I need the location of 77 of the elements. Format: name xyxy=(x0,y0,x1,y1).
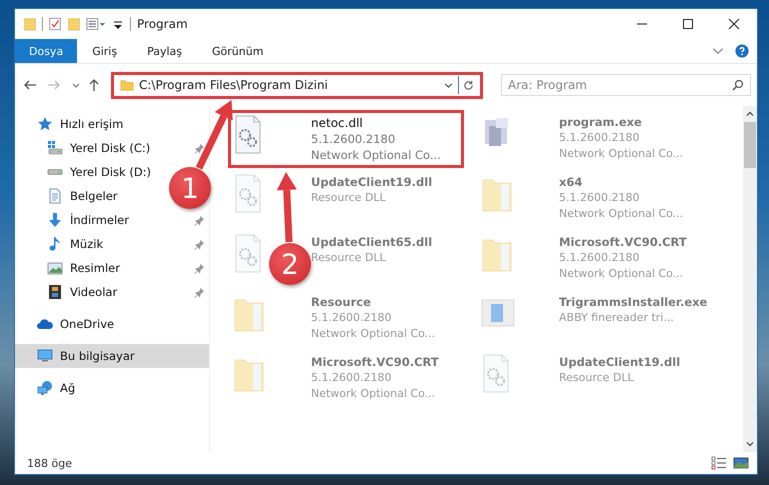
file-name[interactable]: UpdateClient65.dll xyxy=(311,234,432,250)
file-detail: 5.1.2600.2180 xyxy=(311,370,392,386)
file-detail: 5.1.2600.2180 xyxy=(311,310,392,326)
large-icons-view-icon[interactable] xyxy=(733,456,749,470)
file-name[interactable]: x64 xyxy=(559,174,684,190)
file-name[interactable]: program.exe xyxy=(559,114,684,130)
pin-icon[interactable] xyxy=(194,262,205,274)
selected-file-item[interactable]: netoc.dll 5.1.2600.2180 Network Optional Co... xyxy=(228,110,464,168)
file-name[interactable]: Microsoft.VC90.CRT xyxy=(311,354,439,370)
file-name[interactable]: TrigrammsInstaller.exe xyxy=(559,294,708,310)
window-title: Program xyxy=(137,17,189,31)
file-detail: Network Optional Co... xyxy=(559,146,684,162)
file-detail: Network Optional Co... xyxy=(311,326,436,342)
monitor-icon xyxy=(37,348,53,364)
back-arrow-icon[interactable] xyxy=(23,78,37,92)
annotation-arrow xyxy=(276,172,297,242)
file-detail: 5.1.2600.2180 xyxy=(559,130,640,146)
file-detail: Network Optional Co... xyxy=(311,147,441,163)
drive-icon xyxy=(47,140,63,156)
up-arrow-icon[interactable] xyxy=(87,78,101,92)
music-note-icon xyxy=(47,236,63,252)
pin-icon[interactable] xyxy=(194,142,205,154)
network-icon xyxy=(37,380,53,396)
file-detail: 5.1.2600.2180 xyxy=(311,131,396,147)
sidebar-item[interactable]: Videolar xyxy=(15,280,209,304)
sidebar-item[interactable]: Yerel Disk (C:) xyxy=(15,136,209,160)
sidebar-item[interactable]: OneDrive xyxy=(15,312,118,336)
scrollbar[interactable] xyxy=(743,106,757,452)
file-detail: ABBY finereader tri... xyxy=(559,310,675,326)
film-icon xyxy=(47,284,63,300)
sidebar-item[interactable]: Ağ xyxy=(15,376,80,400)
file-detail: Resource DLL xyxy=(559,370,635,386)
drive-icon xyxy=(47,169,63,175)
file-detail: 5.1.2600.2180 xyxy=(559,250,640,266)
address-bar[interactable]: C:\Program Files\Program Dizini xyxy=(111,72,483,98)
file-detail: Network Optional Co... xyxy=(559,206,684,222)
search-field[interactable]: Ara: Program xyxy=(501,74,751,96)
sidebar-item[interactable]: Müzik xyxy=(15,232,209,256)
scroll-down-icon[interactable] xyxy=(745,439,755,449)
sidebar-item[interactable]: Hızlı erişim xyxy=(15,112,128,136)
sidebar-item[interactable]: Resimler xyxy=(15,256,209,280)
file-name[interactable]: netoc.dll xyxy=(311,115,441,131)
star-icon xyxy=(37,116,53,132)
file-name[interactable]: UpdateClient19.dll xyxy=(559,354,680,370)
file-name[interactable]: UpdateClient19.dll xyxy=(311,174,432,190)
file-detail: Resource DLL xyxy=(311,250,387,266)
pin-icon[interactable] xyxy=(194,238,205,250)
item-count: 188 öge xyxy=(27,456,72,470)
sidebar-item[interactable]: Yerel Disk (D:) xyxy=(15,160,156,184)
file-detail: Resource DLL xyxy=(311,190,387,206)
pin-icon[interactable] xyxy=(194,286,205,298)
file-detail: Network Optional Co... xyxy=(311,386,436,402)
properties-icon[interactable] xyxy=(48,16,62,32)
file-name[interactable]: Microsoft.VC90.CRT xyxy=(559,234,687,250)
picture-icon xyxy=(47,260,63,276)
ribbon-tab[interactable]: Paylaş xyxy=(132,39,197,63)
sidebar-item[interactable]: Belgeler xyxy=(15,184,122,208)
view-options-icon[interactable] xyxy=(86,16,106,32)
pin-icon[interactable] xyxy=(194,214,205,226)
ribbon-tab[interactable]: Görünüm xyxy=(197,39,278,63)
ribbon-tab[interactable]: Dosya xyxy=(15,39,78,63)
scroll-thumb[interactable] xyxy=(744,122,756,168)
down-arrow-icon xyxy=(47,212,63,228)
document-icon xyxy=(47,188,63,204)
file-detail: Network Optional Co... xyxy=(559,266,684,282)
file-name[interactable]: Resource xyxy=(311,294,436,310)
ribbon-tab[interactable]: Giriş xyxy=(77,39,132,63)
help-icon[interactable] xyxy=(735,44,749,58)
details-view-icon[interactable] xyxy=(711,456,727,470)
address-path: C:\Program Files\Program Dizini xyxy=(139,78,329,92)
sidebar-item[interactable]: İndirmeler xyxy=(15,208,209,232)
refresh-icon[interactable] xyxy=(463,80,474,90)
file-detail: 5.1.2600.2180 xyxy=(559,190,640,206)
sidebar-item[interactable]: Bu bilgisayar xyxy=(15,344,209,368)
folder-icon xyxy=(120,78,134,92)
annotation-arrow xyxy=(196,100,234,170)
search-icon xyxy=(732,79,744,91)
